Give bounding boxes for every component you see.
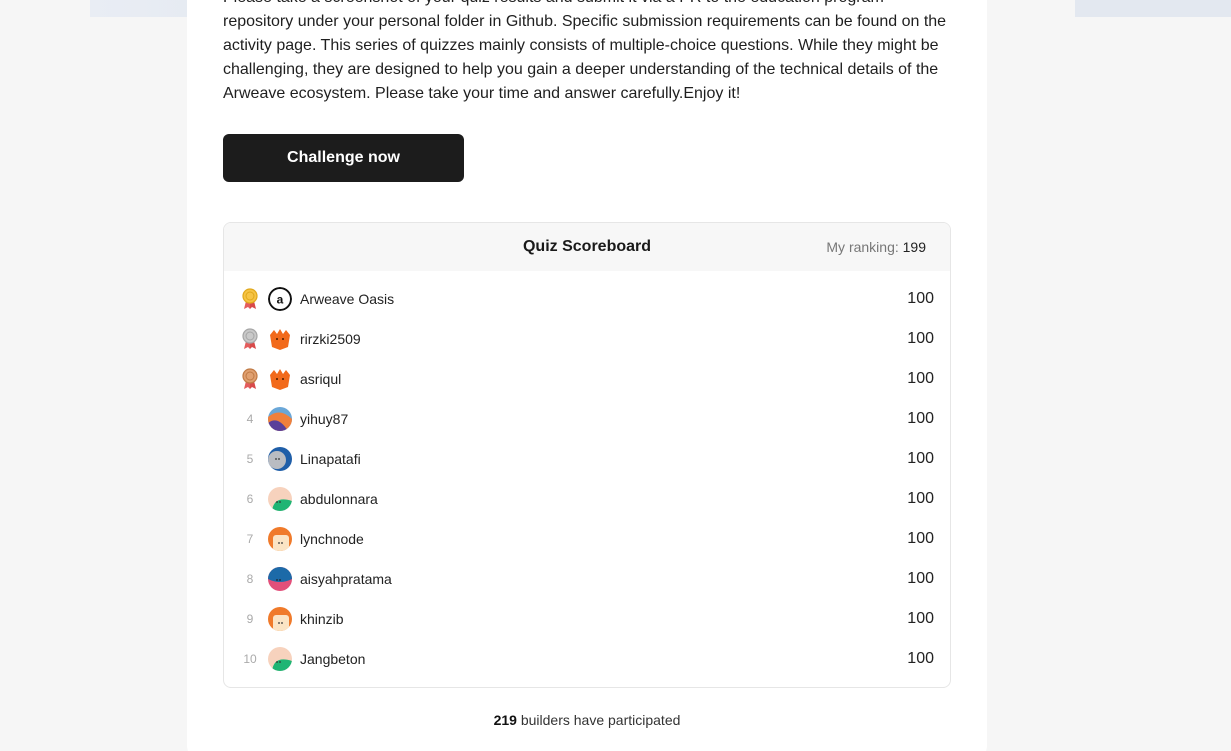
participants-text: builders have participated: [520, 712, 681, 728]
scoreboard-list: a Arweave Oasis 100 rirzki2509 100 asriqul 100…: [224, 271, 950, 679]
user-score: 100: [907, 410, 934, 427]
user-score: 100: [907, 570, 934, 587]
orange-fox-avatar: [268, 367, 292, 391]
green-peach-avatar: [268, 487, 292, 511]
scoreboard-row: 6 abdulonnara 100: [224, 479, 950, 519]
blue-gray-avatar: [268, 447, 292, 471]
quiz-instructions: Please take a screenshot of your quiz re…: [223, 0, 947, 102]
scoreboard-row: 10 Jangbeton 100: [224, 639, 950, 679]
user-name: abdulonnara: [300, 491, 378, 507]
scoreboard-row: 5 Linapatafi 100: [224, 439, 950, 479]
green-peach-avatar: [268, 647, 292, 671]
scoreboard-row: 8 aisyahpratama 100: [224, 559, 950, 599]
scoreboard-row: asriqul 100: [224, 359, 950, 399]
user-score: 100: [907, 450, 934, 467]
user-name: Arweave Oasis: [300, 291, 395, 307]
user-score: 100: [907, 330, 934, 347]
rank-number: 6: [246, 492, 254, 506]
orange-cream-avatar: [268, 607, 292, 631]
user-name: khinzib: [300, 611, 344, 627]
challenge-now-button[interactable]: Challenge now: [223, 134, 464, 182]
my-ranking: My ranking: 199: [826, 239, 926, 255]
user-score: 100: [907, 650, 934, 667]
gold-medal-icon: [240, 288, 260, 310]
orange-cream-avatar: [268, 527, 292, 551]
user-score: 100: [907, 370, 934, 387]
user-name: asriqul: [300, 371, 342, 387]
header-banner-strip-right: [1075, 0, 1231, 17]
purple-orange-avatar: [268, 407, 292, 431]
scoreboard-row: 4 yihuy87 100: [224, 399, 950, 439]
bronze-medal-icon: [240, 368, 260, 390]
svg-text:a: a: [277, 293, 284, 307]
scoreboard-row: rirzki2509 100: [224, 319, 950, 359]
rank-number: 7: [246, 532, 254, 546]
rank-number: 10: [243, 652, 257, 666]
rank-number: 9: [246, 612, 254, 626]
user-score: 100: [907, 490, 934, 507]
user-score: 100: [907, 530, 934, 547]
my-ranking-label: My ranking:: [826, 239, 899, 255]
user-name: Linapatafi: [300, 451, 361, 467]
user-score: 100: [907, 610, 934, 627]
user-name: Jangbeton: [300, 651, 366, 667]
rank-number: 8: [246, 572, 254, 586]
user-name: aisyahpratama: [300, 571, 392, 587]
scoreboard-row: a Arweave Oasis 100: [224, 279, 950, 319]
user-name: lynchnode: [300, 531, 364, 547]
participants-count: 219: [493, 712, 517, 728]
user-score: 100: [907, 290, 934, 307]
user-name: rirzki2509: [300, 331, 361, 347]
scoreboard-row: 9 khinzib 100: [224, 599, 950, 639]
rank-number: 4: [246, 412, 254, 426]
scoreboard-header: Quiz Scoreboard My ranking: 199: [224, 223, 950, 271]
orange-fox-avatar: [268, 327, 292, 351]
blue-pink-avatar: [268, 567, 292, 591]
user-name: yihuy87: [300, 411, 349, 427]
rank-number: 5: [246, 452, 254, 466]
silver-medal-icon: [240, 328, 260, 350]
my-ranking-value: 199: [902, 239, 926, 255]
arweave-logo-avatar: a: [268, 287, 292, 311]
scoreboard-row: 7 lynchnode 100: [224, 519, 950, 559]
quiz-scoreboard: Quiz Scoreboard My ranking: 199 a Arweave…: [223, 222, 951, 688]
participants-summary: 219 builders have participated: [187, 712, 987, 728]
